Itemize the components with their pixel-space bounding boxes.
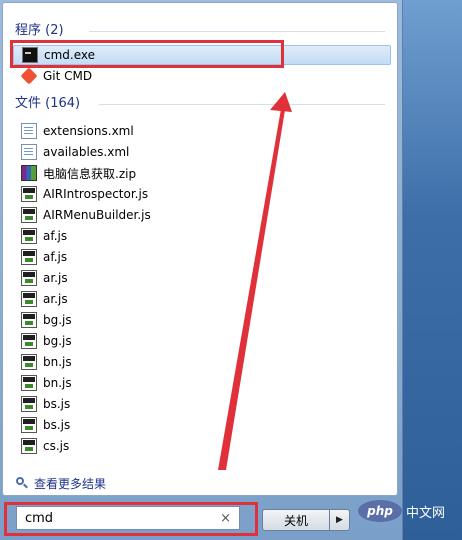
arrow-head [270,92,292,112]
arrow-shaft [218,109,285,470]
annotation-arrow [218,92,292,470]
php-logo: php [358,500,402,522]
watermark-text: 中文网 [406,505,446,521]
watermark: php 中文网 [358,500,445,522]
